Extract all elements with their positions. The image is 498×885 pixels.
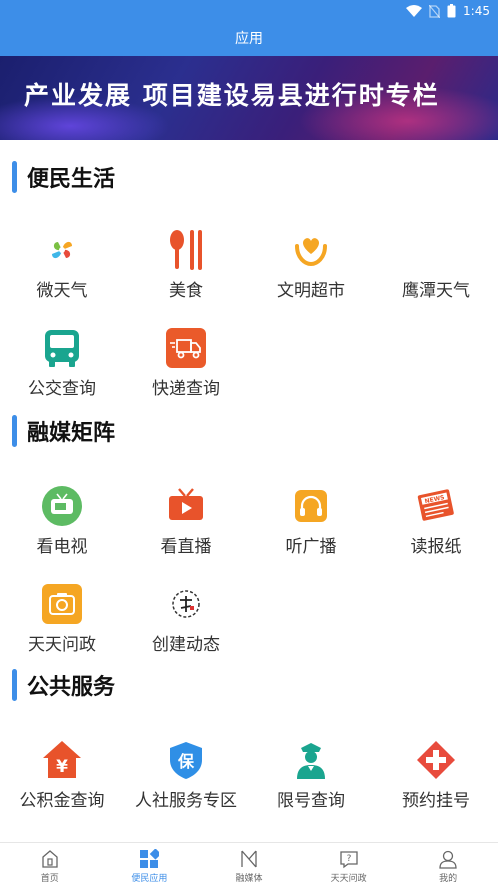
- calligraphy-seal-icon: [172, 590, 200, 618]
- svg-text:¥: ¥: [56, 757, 68, 777]
- app-tile-tv[interactable]: 看电视: [0, 486, 124, 566]
- page-title: 应用: [235, 31, 263, 47]
- app-tile-label: 天天问政: [28, 635, 96, 655]
- section-accent-bar: [12, 669, 17, 701]
- tab-label: 便民应用: [131, 874, 168, 884]
- app-tile-label: 人社服务专区: [135, 791, 237, 811]
- status-bar: 1:45: [406, 2, 490, 20]
- app-tile-label: 听广播: [285, 537, 337, 557]
- home-icon: [42, 850, 58, 868]
- tab-label: 融媒体: [235, 874, 263, 884]
- app-screen: 1:45 应用 产业发展 项目建设易县进行时专栏 便民生活 微天气 美食 文明超…: [0, 0, 498, 885]
- app-tile-label: 看电视: [36, 537, 88, 557]
- section-title-convenience: 便民生活: [12, 160, 115, 194]
- svg-text:保: 保: [177, 752, 195, 771]
- app-tile-plate-restriction[interactable]: 限号查询: [249, 740, 373, 820]
- app-tile-weather[interactable]: 微天气: [0, 230, 124, 310]
- camera-icon: [42, 584, 82, 624]
- bottom-tab-bar: 首页 便民应用 融媒体 ? 天天问政 我的: [0, 842, 498, 885]
- app-tile-label: 预约挂号: [402, 791, 470, 811]
- app-tile-label: 公积金查询: [19, 791, 105, 811]
- tab-label: 我的: [439, 874, 458, 884]
- spoon-fork-icon: [170, 230, 202, 270]
- section-title-text: 公共服务: [27, 674, 116, 700]
- app-tile-label: 快递查询: [152, 379, 220, 399]
- tab-apps[interactable]: 便民应用: [100, 843, 200, 885]
- app-tile-label: 文明超市: [277, 281, 345, 301]
- tab-label: 首页: [40, 874, 59, 884]
- app-tile-express[interactable]: 快递查询: [124, 328, 248, 408]
- headphones-icon: [295, 490, 327, 522]
- tab-home[interactable]: 首页: [0, 843, 100, 885]
- app-tile-newspaper[interactable]: NEWS 读报纸: [374, 486, 498, 566]
- user-icon: [439, 850, 457, 869]
- heart-hands-icon: [295, 238, 327, 267]
- app-tile-label: 公交查询: [28, 379, 96, 399]
- app-tile-civic-news[interactable]: 创建动态: [124, 584, 248, 664]
- no-sim-icon: [429, 4, 441, 18]
- app-tile-label: 限号查询: [277, 791, 345, 811]
- clock: 1:45: [463, 4, 490, 18]
- media-icon: [241, 850, 257, 868]
- tab-label: 天天问政: [330, 874, 367, 884]
- police-officer-icon: [297, 743, 325, 779]
- tv-icon: [42, 486, 82, 526]
- section-accent-bar: [12, 161, 17, 193]
- app-tile-bus[interactable]: 公交查询: [0, 328, 124, 408]
- app-tile-housing-fund[interactable]: ¥ 公积金查询: [0, 740, 124, 820]
- weather-pinwheel-icon: [52, 241, 72, 259]
- app-tile-radio[interactable]: 听广播: [249, 486, 373, 566]
- bus-icon: [45, 330, 79, 367]
- svg-text:?: ?: [346, 854, 351, 864]
- section-title-text: 便民生活: [27, 166, 116, 192]
- app-tile-social-service[interactable]: 保 人社服务专区: [124, 740, 248, 820]
- app-bar: 1:45 应用: [0, 0, 498, 56]
- app-tile-food[interactable]: 美食: [124, 230, 248, 310]
- shield-bao-icon: 保: [170, 742, 202, 779]
- live-video-icon: [169, 488, 203, 520]
- app-tile-registration[interactable]: 预约挂号: [374, 740, 498, 820]
- yuan-house-icon: ¥: [43, 741, 81, 778]
- newspaper-icon: NEWS: [417, 489, 454, 521]
- app-tile-yingtan-weather[interactable]: 鹰潭天气: [374, 230, 498, 310]
- app-tile-label: 美食: [169, 281, 203, 301]
- delivery-truck-icon: [166, 328, 206, 368]
- section-accent-bar: [12, 415, 17, 447]
- app-tile-label: 鹰潭天气: [402, 281, 470, 301]
- tab-profile[interactable]: 我的: [398, 843, 498, 885]
- section-title-text: 融媒矩阵: [27, 420, 116, 446]
- promo-banner[interactable]: 产业发展 项目建设易县进行时专栏: [0, 56, 498, 140]
- app-tile-civic-market[interactable]: 文明超市: [249, 230, 373, 310]
- battery-icon: [447, 4, 456, 18]
- app-tile-label: 看直播: [160, 537, 212, 557]
- question-icon: ?: [339, 851, 358, 869]
- tab-politics[interactable]: ? 天天问政: [299, 843, 399, 885]
- section-title-media: 融媒矩阵: [12, 414, 115, 448]
- section-title-public-service: 公共服务: [12, 668, 115, 702]
- wifi-icon: [406, 5, 423, 17]
- medical-cross-icon: [417, 741, 455, 779]
- app-tile-live[interactable]: 看直播: [124, 486, 248, 566]
- banner-headline: 产业发展 项目建设易县进行时专栏: [24, 81, 440, 110]
- apps-grid-icon: [140, 849, 160, 868]
- app-tile-politics[interactable]: 天天问政: [0, 584, 124, 664]
- app-tile-label: 微天气: [36, 281, 88, 301]
- tab-media[interactable]: 融媒体: [199, 843, 299, 885]
- app-tile-label: 创建动态: [152, 635, 220, 655]
- app-tile-label: 读报纸: [410, 537, 462, 557]
